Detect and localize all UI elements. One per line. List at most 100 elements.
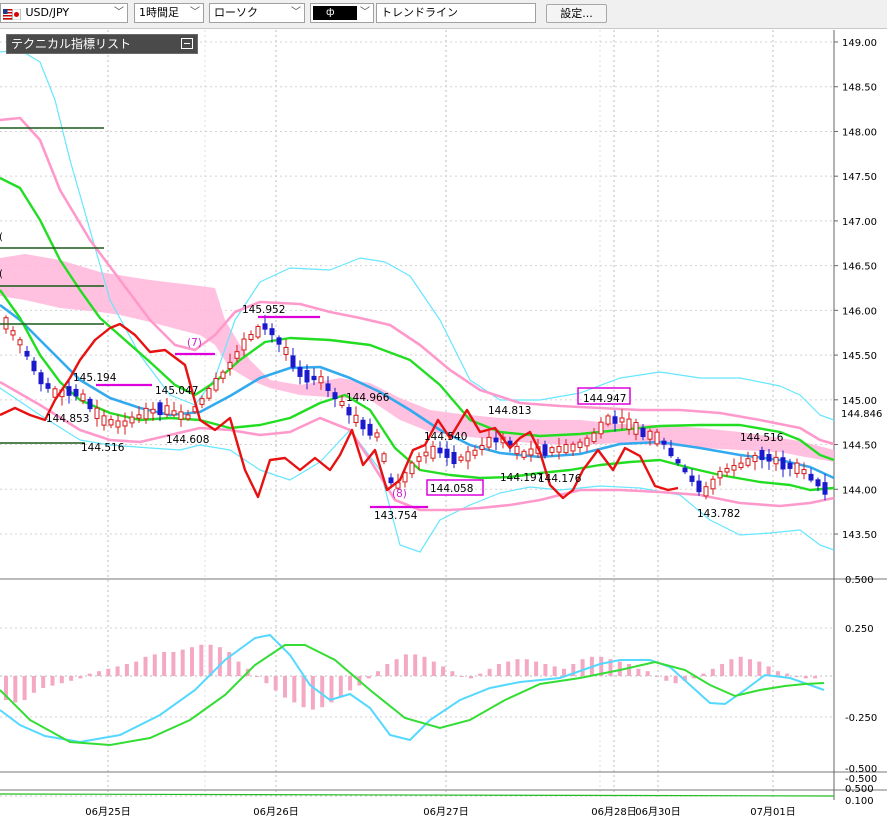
indicator-list-panel[interactable]: テクニカル指標リスト xyxy=(6,34,198,54)
drawing-tool-select[interactable]: トレンドライン xyxy=(376,3,536,23)
macd-histogram-bar xyxy=(450,671,455,676)
bottom-axis-label: 0.500 xyxy=(845,784,874,795)
price-axis-label: 143.50 xyxy=(842,530,877,541)
bear-candle xyxy=(325,383,331,391)
bull-candle xyxy=(17,339,23,346)
bear-candle xyxy=(444,448,450,458)
bull-candle xyxy=(164,405,170,415)
bottom-axis-label: 0.100 xyxy=(845,796,874,807)
macd-histogram-bar xyxy=(431,661,436,676)
settings-button[interactable]: 設定... xyxy=(546,4,607,23)
macd-histogram-bar xyxy=(664,676,669,681)
bull-candle xyxy=(199,398,205,405)
macd-histogram-bar xyxy=(283,676,287,698)
date-axis-label: 06月25日 xyxy=(85,806,130,818)
wave-marker: (7) xyxy=(187,337,202,349)
bull-candle xyxy=(94,407,100,419)
bull-candle xyxy=(115,420,121,428)
bull-candle xyxy=(801,469,807,475)
bull-candle xyxy=(248,334,254,340)
bull-candle xyxy=(430,445,436,459)
macd-histogram-bar xyxy=(78,676,83,679)
bull-candle xyxy=(234,351,240,359)
bull-candle xyxy=(178,411,184,420)
price-axis-label: 147.00 xyxy=(842,217,877,228)
bull-candle xyxy=(745,458,751,466)
bear-candle xyxy=(24,350,30,357)
bear-candle xyxy=(640,427,646,438)
macd-histogram-bar xyxy=(31,676,36,693)
wave-marker: (8) xyxy=(392,488,407,500)
bull-candle xyxy=(465,451,471,462)
bear-candle xyxy=(269,328,275,336)
toolbar: USD/JPY ﹀ 1時間足 ﹀ ローソク ﹀ ф ﹀ トレンドライン 設定..… xyxy=(0,0,887,29)
macd-histogram-bar xyxy=(87,673,92,676)
high-price-label: 145.194 xyxy=(73,372,117,384)
macd-histogram-bar xyxy=(143,656,148,676)
macd-histogram-bar xyxy=(710,668,715,676)
macd-histogram-bar xyxy=(13,676,18,703)
bull-candle xyxy=(122,420,128,427)
bull-candle xyxy=(591,432,597,443)
bull-candle xyxy=(654,431,660,445)
price-axis-label: 145.50 xyxy=(842,351,877,362)
high-price-label: 144.540 xyxy=(424,431,467,443)
bull-candle xyxy=(710,478,716,490)
bull-candle xyxy=(752,454,758,463)
macd-histogram-bar xyxy=(394,659,399,676)
macd-histogram-bar xyxy=(273,676,278,691)
bull-candle xyxy=(521,450,527,458)
high-price-label: 145.047 xyxy=(155,385,198,397)
bear-candle xyxy=(766,454,772,462)
bear-candle xyxy=(262,323,268,330)
chart-canvas[interactable]: ((145.952 145.194 145.047 144.966 144.813 144… xyxy=(0,28,887,822)
macd-histogram-bar xyxy=(236,661,241,676)
bull-candle xyxy=(556,445,562,453)
price-axis-label: 144.00 xyxy=(842,485,877,496)
bull-candle xyxy=(241,338,247,351)
bear-candle xyxy=(822,482,828,495)
current-price-label: 144.846 xyxy=(841,409,882,420)
bull-candle xyxy=(381,453,387,462)
macd-histogram-bar xyxy=(69,676,74,681)
macd-axis-label: 0.500 xyxy=(845,575,874,586)
bull-candle xyxy=(458,456,464,461)
bear-candle xyxy=(45,383,51,389)
bear-candle xyxy=(542,444,548,456)
low-price-label: 143.782 xyxy=(697,508,740,520)
price-axis-label: 149.00 xyxy=(842,38,877,49)
high-price-label: 144.966 xyxy=(346,392,390,404)
bull-candle xyxy=(794,462,800,474)
bull-candle xyxy=(353,414,359,423)
bear-candle xyxy=(87,398,93,410)
bull-candle xyxy=(255,326,261,338)
chevron-down-icon: ﹀ xyxy=(190,7,200,18)
timeframe-select[interactable]: 1時間足 ﹀ xyxy=(134,3,204,23)
bear-candle xyxy=(612,416,618,424)
symbol-select[interactable]: USD/JPY ﹀ xyxy=(0,3,128,23)
macd-histogram-bar xyxy=(403,654,408,676)
date-axis-label: 06月30日 xyxy=(635,806,680,818)
price-axis-label: 148.00 xyxy=(842,127,877,138)
bull-candle xyxy=(143,407,149,420)
macd-histogram-bar xyxy=(385,664,390,676)
bull-candle xyxy=(605,415,611,425)
macd-histogram-bar xyxy=(292,676,297,703)
chevron-down-icon: ﹀ xyxy=(114,7,124,18)
bull-candle xyxy=(150,408,156,414)
minimize-icon[interactable] xyxy=(181,38,193,49)
chart-type-select[interactable]: ローソク ﹀ xyxy=(209,3,305,23)
macd-histogram-bar xyxy=(515,659,520,676)
timeframe-label: 1時間足 xyxy=(139,6,179,19)
macd-histogram-bar xyxy=(496,664,501,676)
bear-candle xyxy=(38,372,44,385)
bull-candle xyxy=(738,462,744,469)
macd-histogram-bar xyxy=(413,654,418,676)
bull-candle xyxy=(136,414,142,419)
macd-histogram-bar xyxy=(562,668,566,676)
left-edge-marker: ( xyxy=(0,232,3,243)
macd-histogram-bar xyxy=(255,676,260,677)
low-price-label: 143.754 xyxy=(374,510,418,522)
color-select[interactable]: ф ﹀ xyxy=(310,3,374,23)
bull-candle xyxy=(129,416,135,424)
